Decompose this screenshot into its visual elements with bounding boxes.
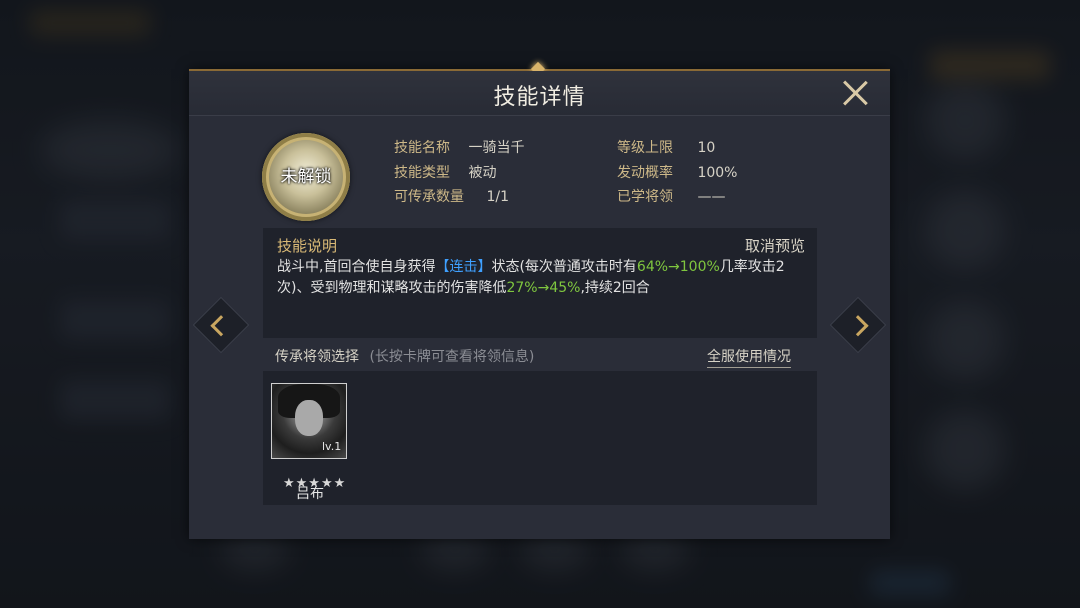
close-icon[interactable] [841, 79, 869, 107]
trigger-rate-row: 发动概率 100% [617, 162, 737, 182]
inherit-label-text: 传承将领选择 [275, 349, 359, 365]
dialog-title: 技能详情 [493, 85, 586, 110]
skill-type-row: 技能类型 被动 [394, 162, 496, 182]
level-cap-row: 等级上限 10 [617, 137, 715, 157]
description-text: 战斗中,首回合使自身获得【连击】状态(每次普通攻击时有64%→100%几率攻击2… [277, 257, 807, 299]
trigger-rate-value: 100% [697, 165, 738, 181]
dialog-header: 技能详情 [189, 71, 890, 116]
desc-part: ,持续2回合 [580, 280, 650, 296]
server-usage-link[interactable]: 全服使用情况 [707, 346, 791, 368]
learned-by-label: 已学将领 [617, 189, 673, 205]
hero-card[interactable]: lv.1 ★★★★★ [271, 383, 347, 491]
inherit-count-value: 1/1 [486, 189, 509, 205]
skill-type-value: 被动 [468, 165, 497, 181]
cancel-preview-button[interactable]: 取消预览 [745, 235, 805, 256]
chance-value: 64%→100% [636, 259, 720, 275]
trigger-rate-label: 发动概率 [617, 165, 673, 181]
description-title: 技能说明 [277, 237, 338, 255]
learned-by-row: 已学将领 —— [617, 186, 725, 206]
inherit-hint: (长按卡牌可查看将领信息) [369, 349, 535, 365]
hero-portrait: lv.1 [271, 383, 347, 459]
hero-name: 吕布 [296, 486, 324, 502]
skill-description-box: 技能说明 取消预览 战斗中,首回合使自身获得【连击】状态(每次普通攻击时有64%… [263, 228, 817, 338]
level-cap-value: 10 [697, 140, 716, 156]
skill-name-row: 技能名称 一骑当千 [394, 137, 524, 157]
unlock-status: 未解锁 [280, 167, 332, 187]
level-cap-label: 等级上限 [617, 140, 673, 156]
inherit-hero-label: 传承将领选择 (长按卡牌可查看将领信息) [275, 346, 534, 366]
inherit-count-label: 可传承数量 [394, 189, 464, 205]
desc-part: 战斗中,首回合使自身获得 [277, 259, 436, 275]
combo-status-tag: 【连击】 [435, 259, 492, 275]
hero-card-list: lv.1 ★★★★★ 吕布 [263, 371, 817, 505]
damage-reduction-value: 27%→45% [506, 280, 581, 296]
skill-name-label: 技能名称 [394, 140, 450, 156]
skill-detail-dialog: 技能详情 未解锁 技能名称 一骑当千 技能类型 被动 可传承数量 1/1 等级上… [189, 61, 890, 539]
inherit-count-row: 可传承数量 1/1 [394, 186, 509, 206]
skill-name-value: 一骑当千 [468, 140, 525, 156]
skill-emblem-icon: 未解锁 [262, 133, 350, 221]
desc-part: 状态(每次普通攻击时有 [491, 259, 637, 275]
skill-type-label: 技能类型 [394, 165, 450, 181]
learned-by-value: —— [697, 189, 726, 205]
hero-level: lv.1 [322, 440, 342, 453]
